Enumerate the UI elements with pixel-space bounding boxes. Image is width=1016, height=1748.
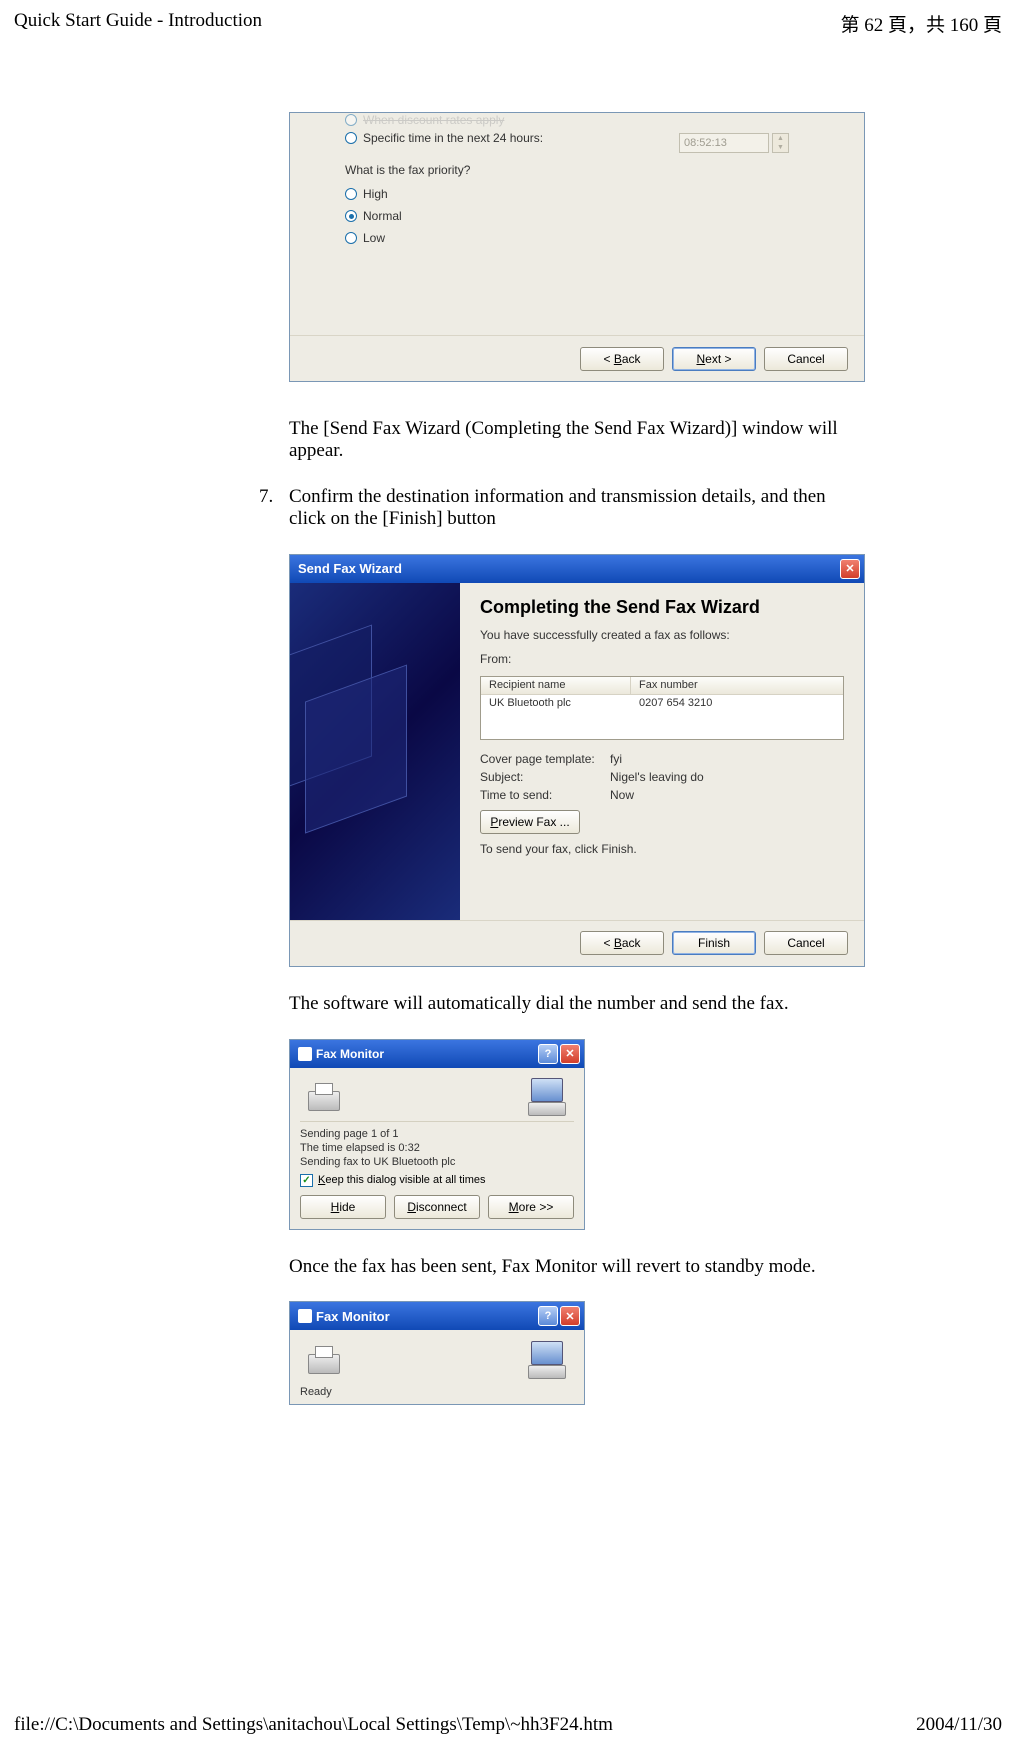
paragraph: The [Send Fax Wizard (Completing the Sen… — [289, 418, 865, 462]
titlebar: Fax Monitor ? ✕ — [290, 1040, 584, 1068]
fax-machine-icon — [306, 1346, 346, 1376]
status-ready: Ready — [300, 1384, 574, 1400]
cover-template-value: fyi — [610, 752, 622, 766]
send-fax-wizard-schedule-dialog: When discount rates apply Specific time … — [289, 112, 865, 382]
disconnect-button[interactable]: Disconnect — [394, 1195, 480, 1219]
close-icon[interactable]: ✕ — [560, 1044, 580, 1064]
time-to-send-label: Time to send: — [480, 788, 610, 802]
page-header: Quick Start Guide - Introduction 第 62 頁，… — [0, 0, 1016, 37]
send-fax-wizard-complete-dialog: Send Fax Wizard ✕ Completing the Send Fa… — [289, 554, 865, 967]
back-button[interactable]: < Back — [580, 931, 664, 955]
cancel-button[interactable]: Cancel — [764, 931, 848, 955]
radio-icon — [345, 232, 357, 244]
more-button[interactable]: More >> — [488, 1195, 574, 1219]
wizard-heading: Completing the Send Fax Wizard — [480, 597, 844, 618]
hide-button[interactable]: Hide — [300, 1195, 386, 1219]
subject-label: Subject: — [480, 770, 610, 784]
titlebar: Fax Monitor ? ✕ — [290, 1302, 584, 1330]
time-input: 08:52:13 — [679, 133, 769, 153]
back-button[interactable]: < Back — [580, 347, 664, 371]
option-low[interactable]: Low — [363, 231, 385, 245]
computer-icon — [524, 1341, 568, 1381]
table-row: UK Bluetooth plc 0207 654 3210 — [481, 695, 843, 711]
status-line-3: Sending fax to UK Bluetooth plc — [300, 1156, 574, 1168]
fax-monitor-ready-dialog: Fax Monitor ? ✕ Ready — [289, 1301, 585, 1405]
next-button[interactable]: Next > — [672, 347, 756, 371]
window-title: Send Fax Wizard — [298, 561, 402, 576]
fax-monitor-graphics — [300, 1076, 574, 1122]
wizard-footer-text: To send your fax, click Finish. — [480, 842, 844, 856]
paragraph: The software will automatically dial the… — [289, 993, 865, 1015]
preview-fax-button[interactable]: Preview Fax ... — [480, 810, 580, 834]
radio-icon — [345, 114, 357, 126]
option-normal[interactable]: Normal — [363, 209, 402, 223]
page-counter: 第 62 頁，共 160 頁 — [840, 10, 1002, 37]
checkbox-icon[interactable]: ✓ — [300, 1174, 313, 1187]
col-recipient-name: Recipient name — [481, 677, 631, 694]
wizard-side-graphic — [290, 583, 460, 922]
computer-icon — [524, 1078, 568, 1118]
status-line-1: Sending page 1 of 1 — [300, 1128, 574, 1140]
fax-icon — [298, 1309, 312, 1323]
titlebar: Send Fax Wizard ✕ — [290, 555, 864, 583]
step-7: 7. Confirm the destination information a… — [259, 486, 865, 530]
finish-button[interactable]: Finish — [672, 931, 756, 955]
cancel-button[interactable]: Cancel — [764, 347, 848, 371]
help-icon[interactable]: ? — [538, 1306, 558, 1326]
option-discount-rates: When discount rates apply — [363, 113, 504, 127]
cell-faxnum: 0207 654 3210 — [631, 695, 720, 711]
doc-title: Quick Start Guide - Introduction — [14, 10, 262, 37]
window-title: Fax Monitor — [316, 1309, 390, 1324]
status-line-2: The time elapsed is 0:32 — [300, 1142, 574, 1154]
time-spinner: ▲▼ — [772, 133, 789, 153]
close-icon[interactable]: ✕ — [560, 1306, 580, 1326]
col-fax-number: Fax number — [631, 677, 706, 694]
paragraph: Once the fax has been sent, Fax Monitor … — [289, 1256, 865, 1278]
fax-monitor-sending-dialog: Fax Monitor ? ✕ Sending page 1 of 1 The … — [289, 1039, 585, 1230]
help-icon[interactable]: ? — [538, 1044, 558, 1064]
wizard-button-row: < Back Next > Cancel — [290, 335, 864, 381]
wizard-button-row: < Back Finish Cancel — [290, 920, 864, 966]
fax-icon — [298, 1047, 312, 1061]
radio-icon — [345, 132, 357, 144]
cell-recipient: UK Bluetooth plc — [481, 695, 631, 711]
priority-question: What is the fax priority? — [345, 163, 804, 177]
window-title: Fax Monitor — [316, 1047, 384, 1061]
close-icon[interactable]: ✕ — [840, 559, 860, 579]
fax-machine-icon — [306, 1083, 346, 1113]
from-label: From: — [480, 652, 844, 666]
file-path: file://C:\Documents and Settings\anitach… — [14, 1714, 613, 1736]
cover-template-label: Cover page template: — [480, 752, 610, 766]
page-footer: file://C:\Documents and Settings\anitach… — [14, 1714, 1002, 1736]
fax-monitor-graphics — [300, 1338, 574, 1384]
step-number: 7. — [259, 486, 289, 530]
keep-visible-label[interactable]: Keep this dialog visible at all times — [318, 1174, 486, 1186]
step-text: Confirm the destination information and … — [289, 486, 865, 530]
radio-icon — [345, 210, 357, 222]
option-high[interactable]: High — [363, 187, 388, 201]
recipient-table: Recipient name Fax number UK Bluetooth p… — [480, 676, 844, 740]
print-date: 2004/11/30 — [916, 1714, 1002, 1736]
time-to-send-value: Now — [610, 788, 634, 802]
wizard-subtext: You have successfully created a fax as f… — [480, 628, 844, 642]
radio-icon — [345, 188, 357, 200]
wizard-main-panel: Completing the Send Fax Wizard You have … — [460, 583, 864, 922]
option-specific-time[interactable]: Specific time in the next 24 hours: — [363, 131, 543, 145]
main-content: When discount rates apply Specific time … — [259, 112, 865, 1405]
subject-value: Nigel's leaving do — [610, 770, 704, 784]
